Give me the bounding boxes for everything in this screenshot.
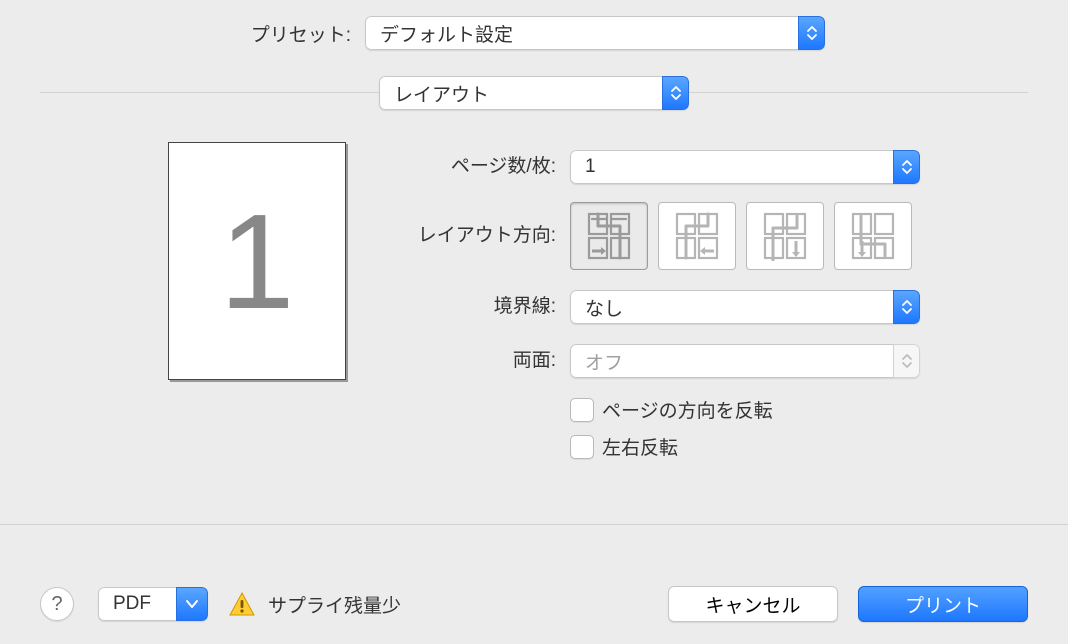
warning-icon <box>228 591 256 617</box>
updown-icon <box>893 290 920 324</box>
layout-options: ページ数/枚: 1 レイアウト方向: <box>390 130 1008 470</box>
layout-direction-buttons <box>570 202 912 270</box>
supply-warning: サプライ残量少 <box>228 591 401 618</box>
duplex-value: オフ <box>570 344 893 378</box>
layout-direction-tb-rtl[interactable] <box>834 202 912 270</box>
duplex-select: オフ <box>570 344 920 378</box>
cancel-button[interactable]: キャンセル <box>668 586 838 622</box>
reverse-orientation-row: ページの方向を反転 <box>570 396 1008 423</box>
reverse-orientation-label: ページの方向を反転 <box>602 396 773 423</box>
layout-direction-rtl-tb[interactable] <box>658 202 736 270</box>
layout-direction-label: レイアウト方向: <box>390 225 570 248</box>
preset-select[interactable]: デフォルト設定 <box>365 16 825 50</box>
layout-direction-tb-rtl-icon <box>850 211 896 261</box>
duplex-label: 両面: <box>390 350 570 373</box>
supply-warning-text: サプライ残量少 <box>268 591 401 618</box>
pages-per-sheet-value: 1 <box>570 150 893 184</box>
flip-horizontal-label: 左右反転 <box>602 433 678 460</box>
border-row: 境界線: なし <box>390 290 1008 324</box>
chevron-down-icon <box>176 587 208 621</box>
duplex-row: 両面: オフ <box>390 344 1008 378</box>
print-dialog: プリセット: デフォルト設定 レイアウト 1 ページ数/枚: 1 <box>0 0 1068 644</box>
updown-icon <box>893 150 920 184</box>
pdf-menu[interactable]: PDF <box>98 587 208 621</box>
dialog-footer: ? PDF サプライ残量少 キャンセル プリント <box>0 586 1068 622</box>
layout-direction-row: レイアウト方向: <box>390 202 1008 270</box>
border-label: 境界線: <box>390 296 570 319</box>
updown-icon <box>798 16 825 50</box>
preset-label: プリセット: <box>0 20 365 47</box>
border-value: なし <box>570 290 893 324</box>
print-label: プリント <box>905 591 981 618</box>
preset-row: プリセット: デフォルト設定 <box>0 16 1068 50</box>
layout-direction-tb-ltr-icon <box>762 211 808 261</box>
layout-direction-ltr-tb[interactable] <box>570 202 648 270</box>
category-select[interactable]: レイアウト <box>379 76 689 110</box>
pages-per-sheet-label: ページ数/枚: <box>390 156 570 179</box>
preview-page-number: 1 <box>219 184 294 339</box>
print-button[interactable]: プリント <box>858 586 1028 622</box>
layout-panel: 1 ページ数/枚: 1 レイアウト方向: <box>0 130 1068 514</box>
pages-per-sheet-row: ページ数/枚: 1 <box>390 150 1008 184</box>
category-value: レイアウト <box>379 76 662 110</box>
category-row: レイアウト <box>0 76 1068 110</box>
flip-horizontal-checkbox[interactable] <box>570 435 594 459</box>
pdf-label: PDF <box>98 587 176 621</box>
updown-icon <box>662 76 689 110</box>
layout-direction-tb-ltr[interactable] <box>746 202 824 270</box>
page-preview: 1 <box>168 142 346 380</box>
reverse-orientation-checkbox[interactable] <box>570 398 594 422</box>
updown-icon <box>893 344 920 378</box>
help-button[interactable]: ? <box>40 587 74 621</box>
preset-value: デフォルト設定 <box>365 16 798 50</box>
layout-direction-rtl-tb-icon <box>674 211 720 261</box>
cancel-label: キャンセル <box>705 591 800 618</box>
checkbox-group: ページの方向を反転 左右反転 <box>570 396 1008 470</box>
border-select[interactable]: なし <box>570 290 920 324</box>
flip-horizontal-row: 左右反転 <box>570 433 1008 460</box>
pages-per-sheet-select[interactable]: 1 <box>570 150 920 184</box>
layout-direction-ltr-tb-icon <box>586 211 632 261</box>
separator <box>0 524 1068 525</box>
help-icon: ? <box>51 593 62 616</box>
